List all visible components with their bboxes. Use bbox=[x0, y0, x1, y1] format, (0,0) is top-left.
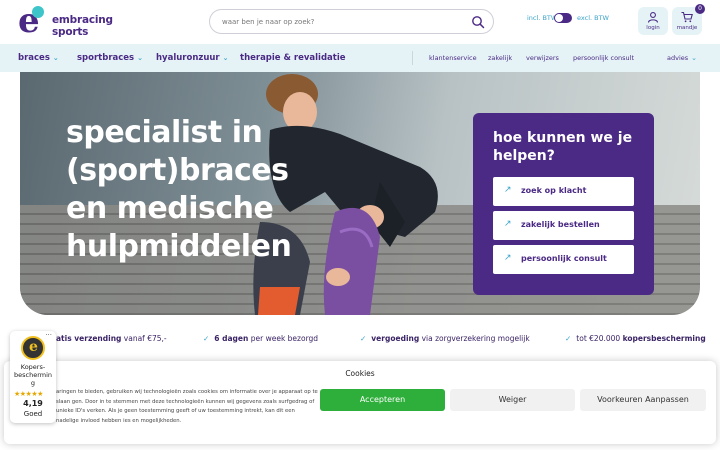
help-button-label: zoek op klacht bbox=[521, 186, 587, 195]
deny-cookies-button[interactable]: Weiger bbox=[450, 389, 575, 411]
nav-link-verwijzers[interactable]: verwijzers bbox=[526, 54, 559, 62]
nav-item-hyaluronzuur[interactable]: hyaluronzuur ⌄ bbox=[156, 53, 229, 63]
usp-insurance: ✓ vergoeding via zorgverzekering mogelijk bbox=[360, 334, 530, 343]
trust-seal-icon bbox=[21, 336, 45, 360]
help-panel-title: hoe kunnen we je helpen? bbox=[493, 130, 633, 164]
cart-count-badge: 0 bbox=[695, 4, 705, 14]
usp-delivery-days: ✓ 6 dagen per week bezorgd bbox=[203, 334, 318, 343]
excl-vat-label[interactable]: excl. BTW bbox=[577, 14, 609, 22]
usp-bold: kopersbescherming bbox=[622, 334, 706, 343]
check-icon: ✓ bbox=[565, 334, 572, 343]
chevron-down-icon: ⌄ bbox=[52, 54, 59, 62]
nav-item-label: sportbraces bbox=[77, 53, 135, 63]
more-options-icon[interactable]: ... bbox=[45, 329, 52, 337]
hero-title-line: en medische bbox=[66, 191, 274, 226]
search-icon[interactable] bbox=[471, 15, 485, 29]
usp-buyer-protection: ✓ tot €20.000 kopersbescherming bbox=[565, 334, 706, 343]
nav-item-therapie-revalidatie[interactable]: therapie & revalidatie bbox=[240, 53, 346, 63]
accept-cookies-button[interactable]: Accepteren bbox=[320, 389, 445, 411]
usp-text: tot €20.000 bbox=[576, 334, 623, 343]
hero-banner: specialist in (sport)braces en medische … bbox=[20, 72, 700, 315]
usp-free-shipping: atis verzending vanaf €75,- bbox=[56, 334, 167, 343]
logo-dot-icon bbox=[32, 6, 44, 18]
usp-text: per week bezorgd bbox=[248, 334, 319, 343]
arrow-up-right-icon: ↗ bbox=[504, 219, 512, 229]
chevron-down-icon: ⌄ bbox=[137, 54, 143, 62]
usp-bold: vergoeding bbox=[371, 334, 420, 343]
login-button[interactable]: login bbox=[638, 7, 668, 35]
cookie-preferences-button[interactable]: Voorkeuren Aanpassen bbox=[580, 389, 706, 411]
help-button-label: zakelijk bestellen bbox=[521, 220, 600, 229]
cookie-title: Cookies bbox=[345, 369, 375, 378]
hero-title-line: hulpmiddelen bbox=[66, 229, 292, 264]
cookie-description: aringen te bieden, gebruiken wij technol… bbox=[56, 389, 318, 424]
complaint-search-button[interactable]: ↗ zoek op klacht bbox=[493, 177, 634, 206]
hero-title: specialist in (sport)braces en medische … bbox=[66, 114, 306, 266]
check-icon: ✓ bbox=[203, 334, 210, 343]
chevron-down-icon: ⌄ bbox=[691, 54, 698, 62]
nav-link-persoonlijk-consult[interactable]: persoonlijk consult bbox=[573, 54, 634, 62]
brand-logo[interactable]: e embracing sports bbox=[18, 4, 148, 38]
arrow-up-right-icon: ↗ bbox=[504, 253, 512, 263]
trust-rating-text: Goed bbox=[23, 410, 43, 418]
cookie-consent-banner: Cookies aringen te bieden, gebruiken wij… bbox=[4, 361, 716, 444]
usp-text: via zorgverzekering mogelijk bbox=[419, 334, 530, 343]
chevron-down-icon: ⌄ bbox=[222, 54, 229, 62]
trust-score: 4,19 bbox=[23, 399, 43, 408]
nav-item-label: advies bbox=[667, 54, 689, 62]
hero-title-line: specialist in bbox=[66, 115, 263, 150]
help-panel: hoe kunnen we je helpen? ↗ zoek op klach… bbox=[473, 113, 654, 295]
personal-consult-button[interactable]: ↗ persoonlijk consult bbox=[493, 245, 634, 274]
usp-text: vanaf €75,- bbox=[121, 334, 167, 343]
nav-item-sportbraces[interactable]: sportbraces ⌄ bbox=[77, 53, 143, 63]
login-label: login bbox=[646, 25, 660, 31]
nav-item-label: hyaluronzuur bbox=[156, 53, 220, 63]
usp-bold: 6 dagen bbox=[214, 334, 249, 343]
cart-label: mandje bbox=[676, 25, 698, 31]
rating-stars-icon: ★★★★★ bbox=[14, 390, 43, 398]
nav-item-label: braces bbox=[18, 53, 50, 63]
nav-item-advies[interactable]: advies ⌄ bbox=[667, 54, 697, 62]
business-order-button[interactable]: ↗ zakelijk bestellen bbox=[493, 211, 634, 240]
search-input[interactable] bbox=[222, 14, 462, 30]
user-icon bbox=[647, 12, 659, 23]
search-bar bbox=[209, 9, 494, 34]
check-icon: ✓ bbox=[360, 334, 367, 343]
incl-vat-label[interactable]: incl. BTW bbox=[527, 14, 557, 22]
help-button-label: persoonlijk consult bbox=[521, 254, 607, 263]
nav-item-label: therapie & revalidatie bbox=[240, 53, 346, 63]
site-header: e embracing sports incl. BTW excl. BTW l… bbox=[0, 0, 720, 44]
nav-item-braces[interactable]: braces ⌄ bbox=[18, 53, 59, 63]
cart-button[interactable]: mandje 0 bbox=[672, 4, 705, 35]
hero-title-line: (sport)braces bbox=[66, 153, 289, 188]
trusted-shops-badge[interactable]: ... Kopers-beschermin g ★★★★★ 4,19 Goed bbox=[10, 329, 56, 423]
brand-name: embracing sports bbox=[52, 14, 113, 38]
nav-link-zakelijk[interactable]: zakelijk bbox=[488, 54, 512, 62]
main-navigation: braces ⌄ sportbraces ⌄ hyaluronzuur ⌄ thera… bbox=[0, 44, 720, 72]
cart-icon bbox=[681, 11, 693, 23]
arrow-up-right-icon: ↗ bbox=[504, 185, 512, 195]
trust-badge-label: Kopers-beschermin g bbox=[13, 363, 53, 387]
vat-toggle[interactable] bbox=[554, 13, 572, 23]
nav-divider bbox=[412, 51, 413, 65]
usp-bold: atis verzending bbox=[56, 334, 122, 343]
nav-link-klantenservice[interactable]: klantenservice bbox=[429, 54, 477, 62]
